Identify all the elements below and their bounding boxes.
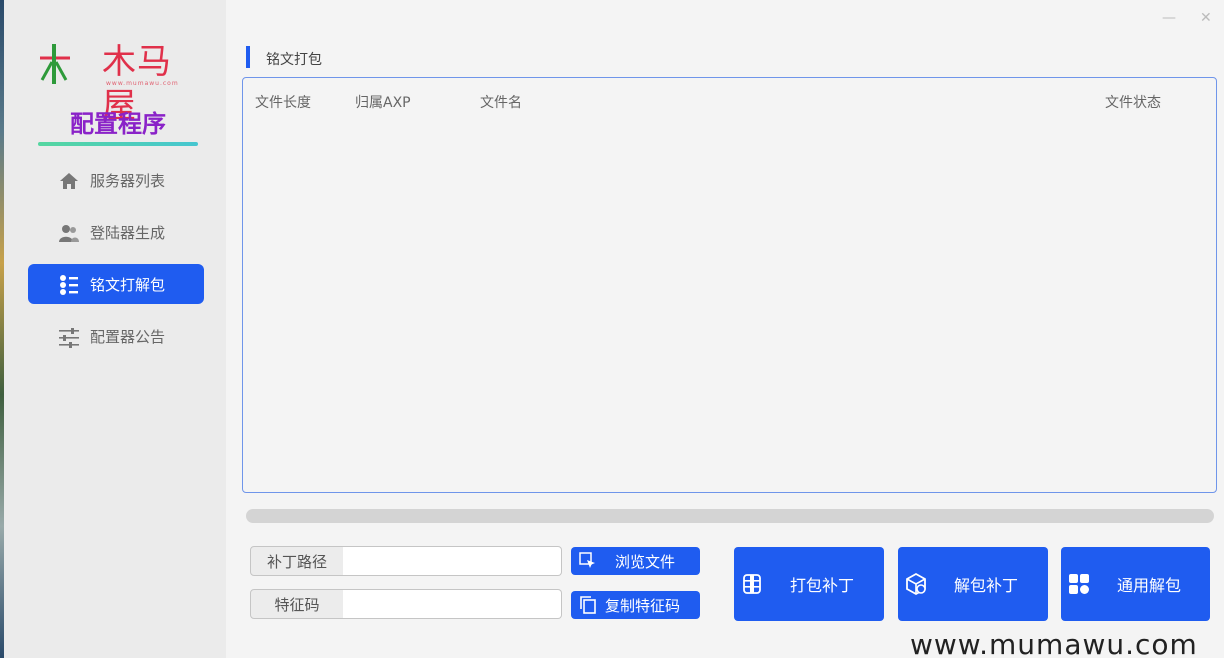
logo-subtitle: www.mumawu.com: [106, 80, 179, 87]
column-header-axp[interactable]: 归属AXP: [355, 92, 411, 112]
unpack-patch-label: 解包补丁: [954, 576, 1019, 595]
sidebar-nav: 服务器列表 登陆器生成 铭文打解包 配置器公告: [28, 160, 204, 368]
file-table[interactable]: 文件长度 归属AXP 文件名 文件状态: [242, 77, 1217, 493]
logo-mark-icon: [40, 44, 70, 84]
column-header-file-status[interactable]: 文件状态: [1105, 92, 1161, 112]
sidebar-item-config-notice[interactable]: 配置器公告: [28, 316, 204, 356]
patch-path-label: 补丁路径: [250, 546, 344, 576]
section-marker: [246, 46, 250, 68]
patch-path-input[interactable]: [343, 546, 562, 576]
list-icon: [60, 275, 78, 295]
film-pack-icon: [743, 574, 761, 594]
users-icon: [59, 225, 79, 242]
grid-apps-icon: [1069, 574, 1089, 594]
sidebar-item-label: 配置器公告: [90, 327, 166, 346]
sidebar-item-label: 服务器列表: [90, 171, 166, 190]
box-settings-icon: [906, 572, 926, 596]
feature-code-input[interactable]: [343, 589, 562, 619]
sliders-icon: [59, 328, 79, 348]
minimize-button[interactable]: —: [1162, 10, 1176, 26]
logo: 木马屋 www.mumawu.com: [38, 40, 198, 126]
sidebar-item-inscription-pack[interactable]: 铭文打解包: [28, 264, 204, 304]
copy-feature-code-label: 复制特征码: [605, 596, 681, 615]
watermark: www.mumawu.com: [910, 628, 1198, 658]
close-button[interactable]: ✕: [1200, 10, 1212, 26]
sidebar-item-server-list[interactable]: 服务器列表: [28, 160, 204, 200]
copy-icon: [580, 596, 596, 614]
column-header-file-name[interactable]: 文件名: [480, 92, 522, 112]
pack-patch-label: 打包补丁: [790, 576, 855, 595]
copy-feature-code-button[interactable]: 复制特征码: [571, 591, 700, 619]
sidebar: 木马屋 www.mumawu.com 配置程序 服务器列表 登陆器生成 铭文打解…: [4, 0, 226, 658]
app-title: 配置程序: [70, 110, 166, 138]
column-header-file-length[interactable]: 文件长度: [255, 92, 311, 112]
sidebar-item-label: 铭文打解包: [90, 275, 166, 294]
cursor-select-icon: [579, 552, 595, 568]
title-underline: [38, 142, 198, 146]
progress-bar: [246, 509, 1214, 523]
unpack-patch-button[interactable]: 解包补丁: [898, 547, 1048, 621]
feature-code-label: 特征码: [250, 589, 344, 619]
general-unpack-button[interactable]: 通用解包: [1061, 547, 1210, 621]
browse-file-label: 浏览文件: [615, 552, 676, 571]
general-unpack-label: 通用解包: [1117, 576, 1182, 595]
browse-file-button[interactable]: 浏览文件: [571, 547, 700, 575]
sidebar-item-label: 登陆器生成: [90, 223, 166, 242]
pack-patch-button[interactable]: 打包补丁: [734, 547, 884, 621]
section-title: 铭文打包: [266, 52, 322, 68]
home-icon: [60, 173, 78, 189]
sidebar-item-launcher-gen[interactable]: 登陆器生成: [28, 212, 204, 252]
